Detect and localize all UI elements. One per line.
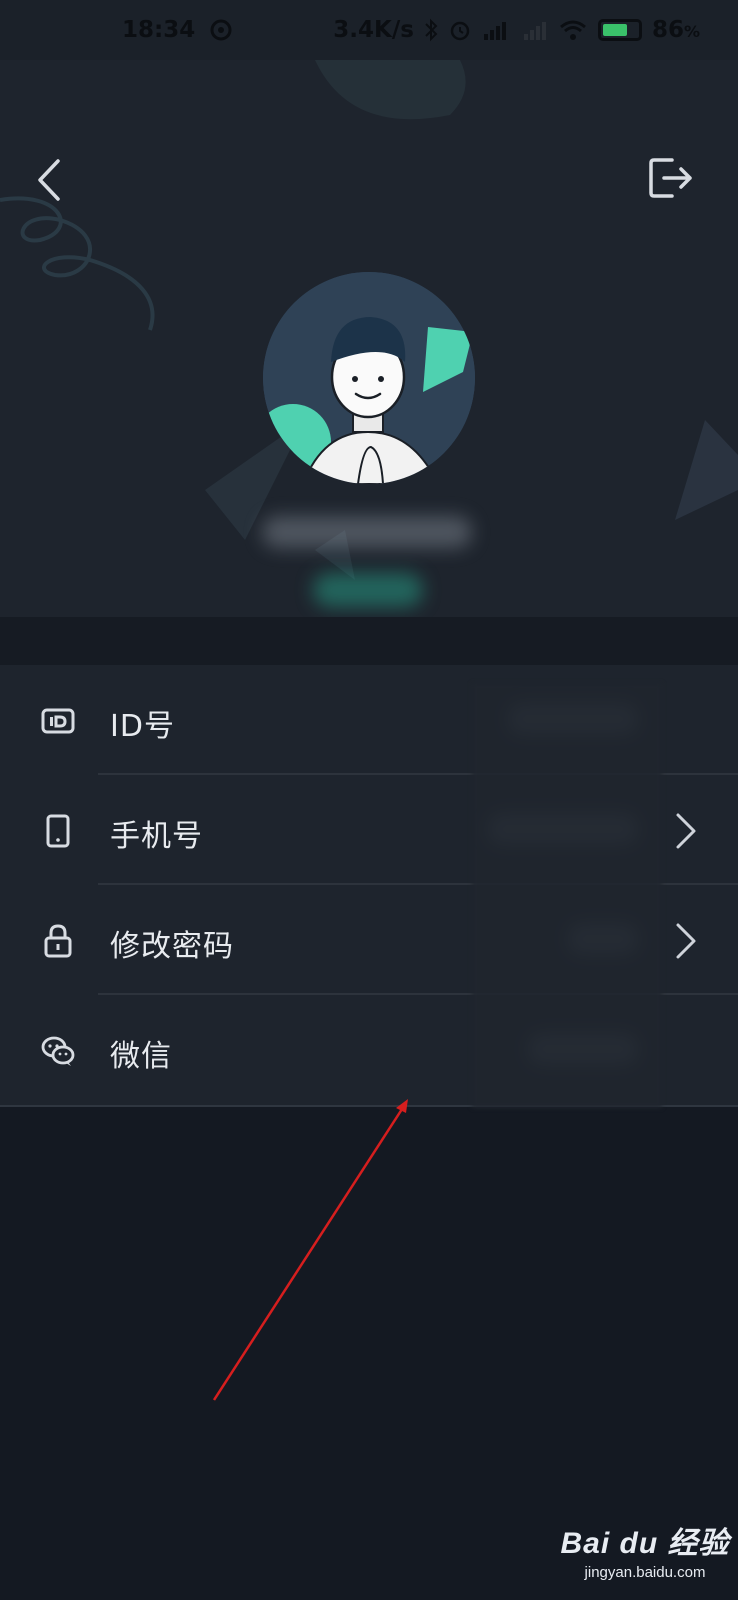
status-time: 18:34: [122, 17, 196, 43]
net-speed: 3.4K/s: [333, 17, 414, 43]
list-item-label: ID号: [110, 709, 175, 744]
watermark-url: jingyan.baidu.com: [584, 1564, 706, 1581]
list-item-label: 修改密码: [110, 929, 234, 964]
baidu-watermark: Bai du 经验 jingyan.baidu.com: [560, 1518, 730, 1588]
bluetooth-icon: [424, 18, 438, 42]
list-item-label: 微信: [110, 1039, 172, 1074]
chevron-right-icon: [676, 813, 696, 849]
alarm-icon: [448, 18, 472, 42]
redaction-overlay: [472, 683, 662, 1108]
battery-level: 86%: [651, 17, 700, 43]
username-redacted: [262, 516, 472, 548]
sync-icon: [209, 18, 233, 42]
chevron-right-icon: [676, 923, 696, 959]
user-tag-redacted: [313, 573, 423, 607]
signal-icon: [522, 18, 548, 42]
wechat-icon: [41, 1036, 75, 1066]
watermark-brand: Bai du 经验: [560, 1527, 730, 1560]
wifi-icon: [558, 18, 588, 42]
profile-header: [0, 60, 738, 617]
lock-icon: [44, 924, 72, 958]
avatar[interactable]: [263, 272, 475, 484]
decor-swirl: [0, 196, 155, 331]
logout-icon: [649, 158, 692, 198]
cartoon-avatar-icon: [263, 272, 475, 484]
list-item-label: 手机号: [110, 819, 203, 854]
back-button[interactable]: [30, 155, 70, 205]
battery-icon: [597, 19, 642, 41]
phone-icon: [46, 814, 70, 848]
chevron-left-icon: [38, 159, 60, 201]
logout-button[interactable]: [648, 156, 696, 200]
signal-hd-icon: [482, 18, 512, 42]
section-gap: [0, 617, 738, 665]
decor-leaf: [315, 60, 466, 120]
id-card-icon: [41, 708, 75, 734]
status-bar: 18:34 3.4K/s 86%: [0, 0, 738, 60]
decor-tree-right: [675, 420, 738, 520]
